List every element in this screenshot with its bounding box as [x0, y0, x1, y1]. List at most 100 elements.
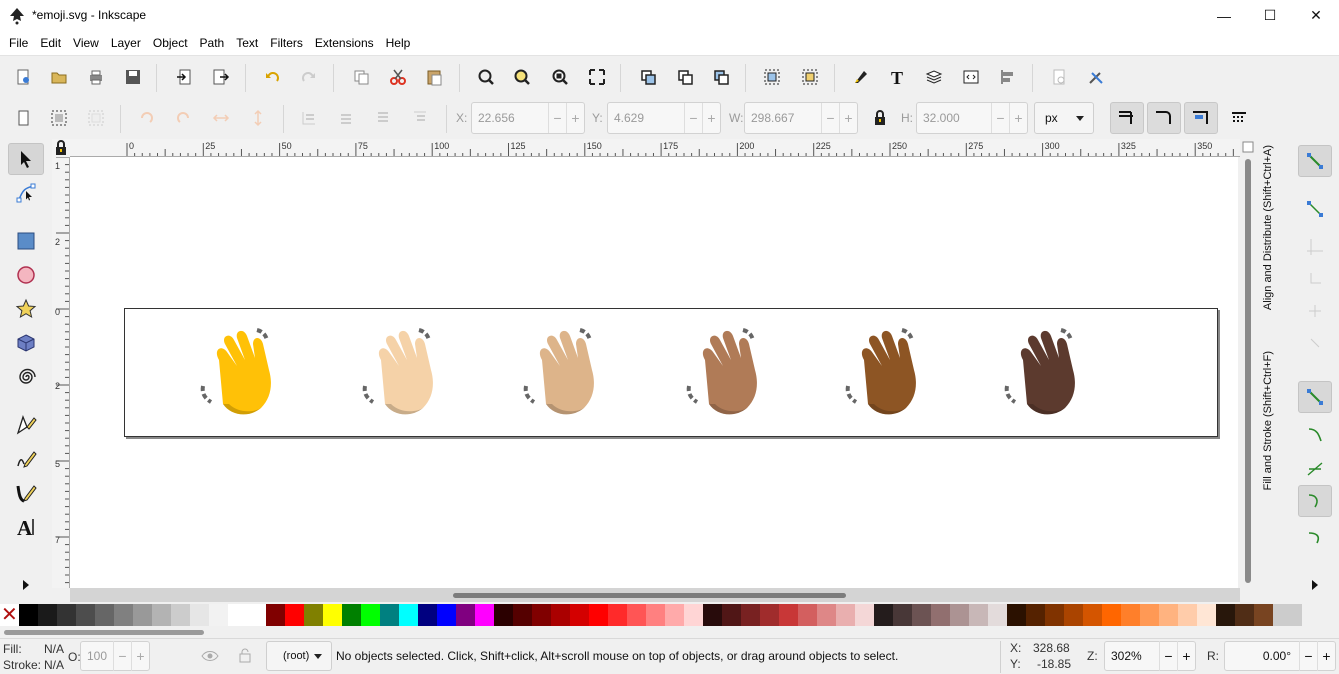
x-increment-button[interactable]: + — [566, 103, 584, 133]
open-folder-icon[interactable] — [46, 64, 72, 90]
h-decrement-button[interactable]: − — [991, 103, 1009, 133]
color-swatch[interactable] — [342, 604, 361, 626]
no-paint-swatch[interactable]: ✕ — [0, 604, 19, 626]
opacity-increment-button[interactable]: + — [131, 641, 149, 671]
rotate-field[interactable]: 0.00° − + — [1224, 641, 1336, 671]
menu-view[interactable]: View — [67, 31, 105, 55]
color-swatch[interactable] — [152, 604, 171, 626]
waving-hand-emoji[interactable] — [197, 324, 287, 419]
palette-scroll-thumb[interactable] — [4, 630, 204, 635]
layer-select[interactable]: (root) — [266, 641, 332, 671]
color-swatch[interactable] — [209, 604, 228, 626]
toggle-visibility-icon[interactable] — [201, 649, 219, 663]
more-snap-options-chevron-icon[interactable] — [1298, 569, 1332, 601]
color-swatch[interactable] — [57, 604, 76, 626]
select-all-layers-icon[interactable] — [46, 105, 72, 131]
rectangle-tool-icon[interactable] — [8, 225, 44, 257]
color-swatch[interactable] — [380, 604, 399, 626]
spiral-tool-icon[interactable] — [8, 361, 44, 393]
color-swatch[interactable] — [570, 604, 589, 626]
x-decrement-button[interactable]: − — [548, 103, 566, 133]
color-swatch[interactable] — [285, 604, 304, 626]
raise-to-top-icon[interactable] — [407, 105, 433, 131]
toggle-lock-icon[interactable] — [237, 647, 253, 663]
align-distribute-icon[interactable] — [995, 64, 1021, 90]
paste-icon[interactable] — [421, 64, 447, 90]
color-swatch[interactable] — [228, 604, 247, 626]
color-swatch[interactable] — [1102, 604, 1121, 626]
color-swatch[interactable] — [703, 604, 722, 626]
menu-text[interactable]: Text — [230, 31, 264, 55]
scale-corners-toggle[interactable] — [1147, 102, 1181, 134]
rotate-decrement-button[interactable]: − — [1299, 641, 1317, 671]
snap-nodes-icon[interactable] — [1298, 381, 1332, 413]
flip-vertical-icon[interactable] — [245, 105, 271, 131]
opacity-field[interactable]: 100 − + — [80, 641, 150, 671]
3d-box-tool-icon[interactable] — [8, 327, 44, 359]
color-swatch[interactable] — [247, 604, 266, 626]
color-swatch[interactable] — [1083, 604, 1102, 626]
x-field[interactable]: X: 22.656 − + — [456, 102, 585, 134]
color-swatch[interactable] — [418, 604, 437, 626]
group-icon[interactable] — [759, 64, 785, 90]
color-swatch[interactable] — [475, 604, 494, 626]
menu-filters[interactable]: Filters — [264, 31, 309, 55]
select-all-icon[interactable] — [10, 105, 36, 131]
print-icon[interactable] — [83, 64, 109, 90]
color-swatch[interactable] — [1178, 604, 1197, 626]
move-gradients-toggle[interactable] — [1184, 102, 1218, 134]
zoom-out-button[interactable]: − — [1159, 641, 1177, 671]
palette-scrollbar[interactable] — [0, 626, 1339, 638]
color-swatch[interactable] — [798, 604, 817, 626]
snap-bbox-corners-icon[interactable] — [1298, 263, 1332, 295]
color-swatch[interactable] — [931, 604, 950, 626]
zoom-drawing-icon[interactable] — [509, 64, 535, 90]
duplicate-icon[interactable] — [635, 64, 661, 90]
new-document-icon[interactable] — [10, 64, 36, 90]
calligraphy-tool-icon[interactable] — [8, 477, 44, 509]
preferences-icon[interactable] — [1083, 64, 1109, 90]
undo-icon[interactable] — [259, 64, 285, 90]
color-swatch[interactable] — [76, 604, 95, 626]
horizontal-scroll-thumb[interactable] — [453, 593, 846, 598]
minimize-button[interactable]: — — [1201, 0, 1247, 31]
w-decrement-button[interactable]: − — [821, 103, 839, 133]
zoom-in-button[interactable]: + — [1177, 641, 1195, 671]
waving-hand-emoji[interactable] — [520, 324, 610, 419]
color-swatch[interactable] — [532, 604, 551, 626]
snap-path-intersections-icon[interactable] — [1298, 453, 1332, 485]
selector-tool-icon[interactable] — [8, 143, 44, 175]
y-increment-button[interactable]: + — [702, 103, 720, 133]
color-swatch[interactable] — [114, 604, 133, 626]
redo-icon[interactable] — [296, 64, 322, 90]
color-swatch[interactable] — [171, 604, 190, 626]
color-swatch[interactable] — [456, 604, 475, 626]
color-swatch[interactable] — [950, 604, 969, 626]
color-swatch[interactable] — [551, 604, 570, 626]
color-swatch[interactable] — [646, 604, 665, 626]
lock-proportions-icon[interactable] — [867, 105, 893, 131]
rotate-ccw-icon[interactable] — [133, 105, 159, 131]
save-icon[interactable] — [120, 64, 146, 90]
color-swatch[interactable] — [741, 604, 760, 626]
color-swatch[interactable] — [1045, 604, 1064, 626]
color-swatch[interactable] — [722, 604, 741, 626]
snap-cusp-nodes-icon[interactable] — [1298, 485, 1332, 517]
color-swatch[interactable] — [1007, 604, 1026, 626]
menu-edit[interactable]: Edit — [34, 31, 67, 55]
fill-value[interactable]: N/A — [44, 642, 64, 656]
color-swatch[interactable] — [665, 604, 684, 626]
menu-path[interactable]: Path — [194, 31, 231, 55]
color-swatch[interactable] — [38, 604, 57, 626]
color-swatch[interactable] — [836, 604, 855, 626]
color-swatch[interactable] — [1140, 604, 1159, 626]
color-swatch[interactable] — [969, 604, 988, 626]
rotate-cw-icon[interactable] — [171, 105, 197, 131]
opacity-decrement-button[interactable]: − — [113, 641, 131, 671]
color-swatch[interactable] — [1197, 604, 1216, 626]
lock-guides-icon[interactable] — [52, 139, 70, 157]
color-swatch[interactable] — [1216, 604, 1235, 626]
menu-object[interactable]: Object — [147, 31, 194, 55]
snap-bbox-midpoints-icon[interactable] — [1298, 295, 1332, 327]
zoom-page-icon[interactable] — [547, 64, 573, 90]
